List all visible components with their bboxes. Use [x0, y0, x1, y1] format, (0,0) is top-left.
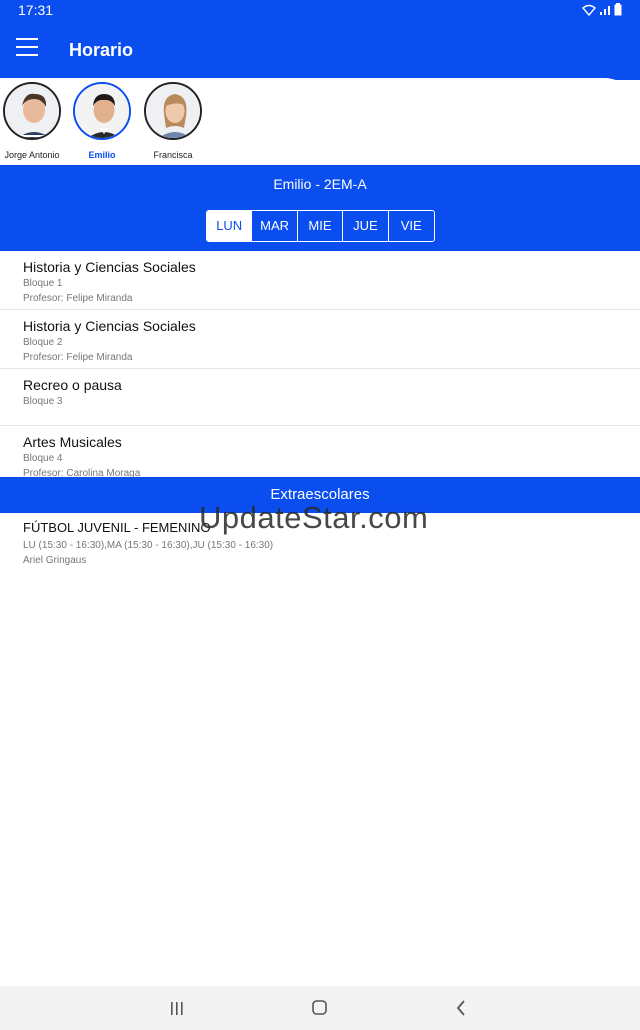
- hamburger-menu-icon[interactable]: [16, 38, 40, 60]
- wifi-icon: [582, 3, 596, 21]
- student-selector: Jorge Antonio Emilio Francisca: [0, 78, 640, 166]
- course-header: Emilio - 2EM-A LUN MAR MIE JUE VIE: [0, 165, 640, 251]
- teacher-label: Profesor: Carolina Moraga: [23, 468, 141, 477]
- subject-name: Historia y Ciencias Sociales: [23, 259, 196, 275]
- day-tabs: LUN MAR MIE JUE VIE: [206, 210, 435, 242]
- tab-jue[interactable]: JUE: [343, 211, 389, 241]
- status-time: 17:31: [18, 2, 54, 18]
- student-emilio[interactable]: Emilio: [67, 82, 137, 160]
- course-title: Emilio - 2EM-A: [273, 176, 367, 192]
- recents-icon[interactable]: [157, 996, 197, 1020]
- teacher-label: Profesor: Felipe Miranda: [23, 352, 133, 363]
- list-item[interactable]: Artes Musicales Bloque 4 Profesor: Carol…: [0, 426, 640, 477]
- battery-icon: [614, 3, 622, 21]
- tab-vie[interactable]: VIE: [389, 211, 434, 241]
- page-title: Horario: [69, 40, 134, 60]
- block-label: Bloque 1: [23, 278, 63, 289]
- list-item[interactable]: FÚTBOL JUVENIL - FEMENINO LU (15:30 - 16…: [0, 513, 640, 573]
- teacher-label: Profesor: Felipe Miranda: [23, 293, 133, 304]
- subject-name: Recreo o pausa: [23, 377, 122, 393]
- status-bar: 17:31: [0, 0, 640, 22]
- tab-mie[interactable]: MIE: [298, 211, 344, 241]
- student-jorge-antonio[interactable]: Jorge Antonio: [0, 82, 67, 160]
- student-name: Jorge Antonio: [4, 150, 60, 160]
- list-item[interactable]: Historia y Ciencias Sociales Bloque 1 Pr…: [0, 251, 640, 310]
- avatar: [144, 82, 202, 140]
- avatar: [3, 82, 61, 140]
- activity-teacher: Ariel Gringaus: [23, 555, 87, 566]
- subject-name: Historia y Ciencias Sociales: [23, 318, 196, 334]
- back-icon[interactable]: [442, 996, 482, 1020]
- block-label: Bloque 3: [23, 396, 63, 407]
- list-item[interactable]: Historia y Ciencias Sociales Bloque 2 Pr…: [0, 310, 640, 369]
- home-icon[interactable]: [300, 996, 340, 1020]
- activity-schedule: LU (15:30 - 16:30),MA (15:30 - 16:30),JU…: [23, 540, 274, 551]
- status-icons: [582, 3, 622, 21]
- student-francisca[interactable]: Francisca: [138, 82, 208, 160]
- tab-lun[interactable]: LUN: [207, 211, 253, 241]
- list-item[interactable]: Recreo o pausa Bloque 3: [0, 369, 640, 426]
- student-name: Francisca: [153, 150, 193, 160]
- student-name: Emilio: [88, 150, 116, 160]
- block-label: Bloque 2: [23, 337, 63, 348]
- schedule-list: Historia y Ciencias Sociales Bloque 1 Pr…: [0, 251, 640, 477]
- tab-mar[interactable]: MAR: [252, 211, 298, 241]
- system-nav-bar: [0, 986, 640, 1030]
- subject-name: Artes Musicales: [23, 434, 122, 450]
- activity-name: FÚTBOL JUVENIL - FEMENINO: [23, 520, 211, 535]
- extracurricular-header: Extraescolares: [0, 477, 640, 513]
- block-label: Bloque 4: [23, 453, 63, 464]
- app-bar: Horario: [0, 22, 640, 80]
- signal-icon: [599, 3, 611, 21]
- avatar: [73, 82, 131, 140]
